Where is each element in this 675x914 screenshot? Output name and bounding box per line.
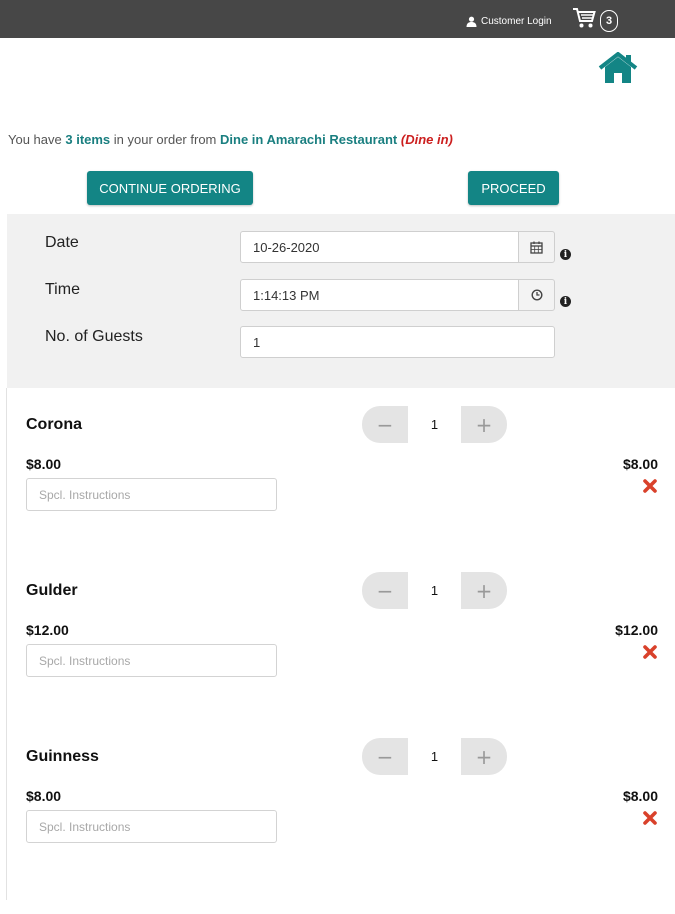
quantity-value[interactable]: 1 <box>408 572 461 609</box>
time-info-icon[interactable]: i <box>560 296 571 307</box>
summary-restaurant: Dine in Amarachi Restaurant <box>220 132 398 147</box>
remove-icon <box>643 645 657 659</box>
clock-button[interactable] <box>518 279 555 311</box>
user-icon <box>466 16 477 27</box>
item-name: Corona <box>26 416 82 433</box>
proceed-button[interactable]: PROCEED <box>468 171 559 205</box>
item-price: $12.00 <box>26 622 69 638</box>
home-icon <box>598 51 638 83</box>
item-name: Gulder <box>26 582 78 599</box>
order-summary: You have 3 items in your order from Dine… <box>8 132 453 147</box>
guests-field[interactable]: 1 <box>240 326 555 358</box>
item-name: Guinness <box>26 748 99 765</box>
special-instructions-input[interactable] <box>26 644 277 677</box>
minus-icon[interactable]: − <box>362 406 408 443</box>
special-instructions-input[interactable] <box>26 478 277 511</box>
plus-icon[interactable]: + <box>461 572 507 609</box>
summary-order-mode: (Dine in) <box>400 132 453 147</box>
quantity-stepper: − 1 + <box>362 572 507 609</box>
remove-item-button[interactable] <box>642 478 658 499</box>
item-total: $8.00 <box>622 456 658 472</box>
plus-icon[interactable]: + <box>461 738 507 775</box>
cart-item: Guinness $8.00 − 1 + $8.00 <box>0 738 675 914</box>
quantity-value[interactable]: 1 <box>408 406 461 443</box>
date-info-icon[interactable]: i <box>560 249 571 260</box>
calendar-icon <box>530 241 543 254</box>
cart-count-badge[interactable]: 3 <box>600 10 618 32</box>
home-button[interactable] <box>598 51 638 89</box>
summary-prefix: You have <box>8 132 66 147</box>
time-label: Time <box>45 281 80 298</box>
plus-icon[interactable]: + <box>461 406 507 443</box>
time-field[interactable]: 1:14:13 PM <box>240 279 519 311</box>
minus-icon[interactable]: − <box>362 572 408 609</box>
cart-button[interactable] <box>572 7 596 34</box>
guests-label: No. of Guests <box>45 328 143 345</box>
quantity-stepper: − 1 + <box>362 406 507 443</box>
remove-icon <box>643 811 657 825</box>
top-bar: Customer Login 3 <box>0 0 675 38</box>
calendar-button[interactable] <box>518 231 555 263</box>
cart-icon <box>573 8 596 28</box>
customer-login-link[interactable]: Customer Login <box>466 16 552 27</box>
remove-item-button[interactable] <box>642 810 658 831</box>
item-total: $8.00 <box>622 788 658 804</box>
customer-login-label: Customer Login <box>481 16 552 27</box>
item-price: $8.00 <box>26 788 62 804</box>
quantity-value[interactable]: 1 <box>408 738 461 775</box>
clock-icon <box>530 289 543 301</box>
minus-icon[interactable]: − <box>362 738 408 775</box>
continue-ordering-button[interactable]: CONTINUE ORDERING <box>87 171 253 205</box>
special-instructions-input[interactable] <box>26 810 277 843</box>
item-total: $12.00 <box>615 622 658 638</box>
date-label: Date <box>45 234 79 251</box>
item-price: $8.00 <box>26 456 62 472</box>
date-field[interactable]: 10-26-2020 <box>240 231 519 263</box>
summary-item-count: 3 items <box>65 132 111 147</box>
cart-item: Corona $8.00 − 1 + $8.00 <box>0 406 675 582</box>
remove-item-button[interactable] <box>642 644 658 665</box>
quantity-stepper: − 1 + <box>362 738 507 775</box>
cart-item: Gulder $12.00 − 1 + $12.00 <box>0 572 675 748</box>
summary-middle: in your order from <box>110 132 220 147</box>
remove-icon <box>643 479 657 493</box>
